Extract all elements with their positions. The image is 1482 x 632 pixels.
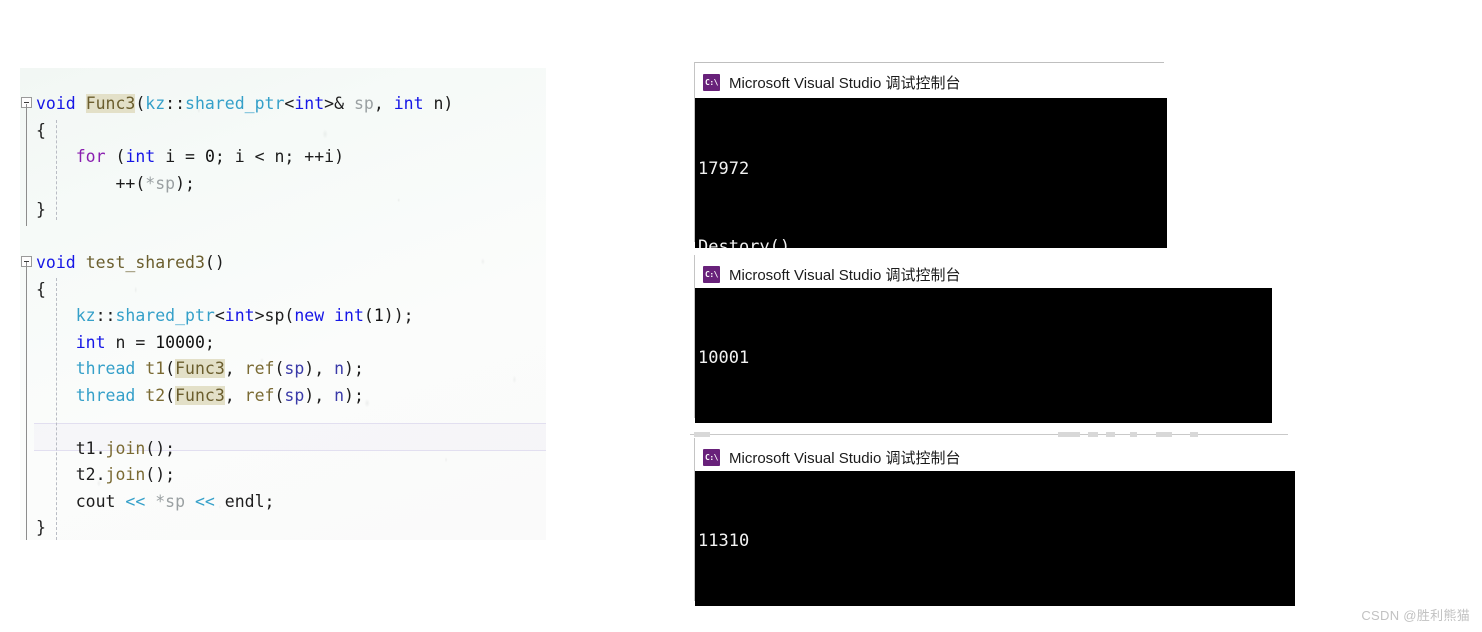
fragment-chip <box>1058 432 1080 437</box>
console-line: Destory() <box>698 237 791 248</box>
console-line: 11310 <box>698 531 750 551</box>
console-output-3[interactable]: 11310 Destory() D:\visaul 2022\future_20… <box>695 471 1295 606</box>
fragment-chip <box>694 432 710 437</box>
console-titlebar-2: C:\ Microsoft Visual Studio 调试控制台 <box>703 264 960 285</box>
csdn-watermark: CSDN @胜利熊猫 <box>1361 608 1470 623</box>
code-line: t1.join(); <box>36 438 176 458</box>
code-line: kz::shared_ptr<int>sp(new int(1)); <box>75 306 414 325</box>
code-line: t2.join(); <box>36 465 176 484</box>
console-titlebar-1: C:\ Microsoft Visual Studio 调试控制台 <box>703 72 960 93</box>
scope-bar-func3 <box>26 104 27 226</box>
fragment-chip <box>1130 432 1137 437</box>
code-line: } <box>36 200 46 219</box>
code-editor-panel: void Func3(kz::shared_ptr<int>& sp, int … <box>20 68 546 540</box>
code-line: int n = 10000; <box>75 332 215 352</box>
console-window-icon: C:\ <box>703 74 720 91</box>
console-titlebar-3: C:\ Microsoft Visual Studio 调试控制台 <box>703 447 960 468</box>
window-top-border <box>694 62 1164 63</box>
code-line: cout << *sp << endl; <box>36 491 275 511</box>
code-line: void test_shared3() <box>20 250 546 277</box>
console-window-2[interactable]: C:\ Microsoft Visual Studio 调试控制台 10001 … <box>694 255 1272 423</box>
fragment-chip <box>1190 432 1198 437</box>
fragment-chip <box>1088 432 1098 437</box>
console-title-text: Microsoft Visual Studio 调试控制台 <box>729 267 961 284</box>
fragment-chip <box>1106 432 1115 437</box>
console-line: 17972 <box>698 159 750 179</box>
console-window-3[interactable]: C:\ Microsoft Visual Studio 调试控制台 11310 … <box>694 438 1295 606</box>
code-line: for (int i = 0; i < n; ++i) <box>75 147 345 166</box>
code-line: thread t2(Func3, ref(sp), n); <box>75 385 364 405</box>
code-lines[interactable]: void Func3(kz::shared_ptr<int>& sp, int … <box>20 68 546 540</box>
code-line: void Func3(kz::shared_ptr<int>& sp, int … <box>20 91 546 118</box>
code-line: ++(*sp); <box>36 173 195 193</box>
fragment-line <box>690 434 1288 435</box>
console-title-text: Microsoft Visual Studio 调试控制台 <box>729 75 961 92</box>
console-output-2[interactable]: 10001 Destory() D:\visaul 2022\future_20… <box>695 288 1272 423</box>
code-line-current: thread t1(Func3, ref(sp), n); <box>75 359 364 378</box>
console-window-icon: C:\ <box>703 449 720 466</box>
fragment-chip <box>1156 432 1172 437</box>
code-line: } <box>36 518 46 537</box>
console-output-1[interactable]: 17972 Destory() D:\visaul 2022\future_20… <box>695 98 1167 248</box>
code-line: { <box>36 120 46 140</box>
indent-guide-func3 <box>56 120 57 220</box>
console-line: 10001 <box>698 348 750 368</box>
scope-bar-test-shared3 <box>26 262 27 540</box>
console-window-icon: C:\ <box>703 266 720 283</box>
console-title-text: Microsoft Visual Studio 调试控制台 <box>729 450 961 467</box>
code-line: { <box>36 279 46 299</box>
indent-guide-test-shared3 <box>56 278 57 540</box>
console-window-1[interactable]: C:\ Microsoft Visual Studio 调试控制台 17972 … <box>694 62 1167 248</box>
